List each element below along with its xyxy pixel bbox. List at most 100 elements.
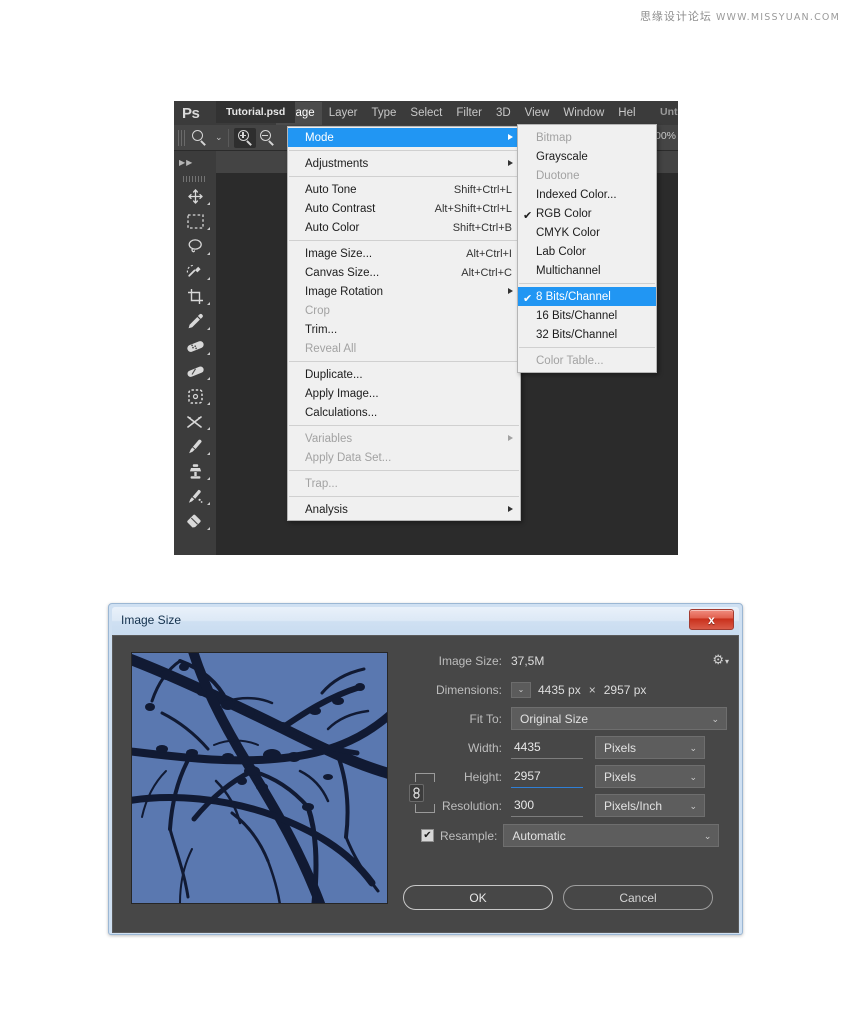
resample-select[interactable]: Automatic ⌄ (503, 824, 720, 847)
dialog-title-bar[interactable]: Image Size x (112, 607, 739, 635)
submenu-item-lab-color[interactable]: Lab Color (518, 242, 656, 261)
menu-item-image-rotation[interactable]: Image Rotation (288, 282, 520, 301)
dialog-title: Image Size (121, 613, 182, 627)
zoom-tool-icon[interactable] (187, 128, 211, 148)
move-tool-icon[interactable] (174, 184, 216, 209)
menu-item-adjustments[interactable]: Adjustments (288, 154, 520, 173)
lasso-tool-icon[interactable] (174, 234, 216, 259)
menu-type[interactable]: Type (364, 102, 403, 125)
resample-label: Resample: (440, 828, 498, 843)
screenshot-root: 思缘设计论坛 WWW.MISSYUAN.COM Ps File Edit Ima… (0, 0, 850, 1032)
submenu-item-grayscale[interactable]: Grayscale (518, 147, 656, 166)
submenu-item-32-bits-channel[interactable]: 32 Bits/Channel (518, 325, 656, 344)
resample-value: Automatic (512, 828, 566, 843)
width-label: Width: (467, 740, 502, 755)
tool-palette (174, 173, 216, 555)
zoom-out-button[interactable] (256, 128, 278, 148)
submenu-item-multichannel[interactable]: Multichannel (518, 261, 656, 280)
menu-filter[interactable]: Filter (449, 102, 489, 125)
chevron-down-icon[interactable]: ⌄ (215, 132, 223, 143)
fit-to-row: Fit To: Original Size ⌄ (403, 704, 733, 733)
menu-item-trim[interactable]: Trim... (288, 320, 520, 339)
divider (289, 176, 519, 177)
options-bar-grip[interactable] (178, 129, 187, 146)
divider (289, 240, 519, 241)
brush-tool-icon[interactable] (174, 434, 216, 459)
width-input[interactable]: 4435 (511, 737, 583, 759)
chevron-down-icon: ⌄ (689, 771, 697, 782)
submenu-item-rgb-color[interactable]: ✔ RGB Color (518, 204, 656, 223)
menu-item-auto-tone[interactable]: Auto Tone Shift+Ctrl+L (288, 180, 520, 199)
divider (289, 496, 519, 497)
ok-button[interactable]: OK (403, 885, 553, 910)
width-unit-value: Pixels (604, 740, 637, 755)
patch-tool-icon[interactable] (174, 384, 216, 409)
history-brush-tool-icon[interactable] (174, 484, 216, 509)
cancel-button[interactable]: Cancel (563, 885, 713, 910)
resolution-input[interactable]: 300 (511, 795, 583, 817)
menu-item-crop: Crop (305, 304, 330, 317)
eraser-tool-icon[interactable] (174, 509, 216, 534)
image-size-row: Image Size: 37,5M ⚙▾ (403, 646, 733, 675)
submenu-item-indexed-color[interactable]: Indexed Color... (518, 185, 656, 204)
zoom-in-button[interactable] (233, 127, 256, 148)
bracket-top (415, 773, 435, 782)
width-unit-select[interactable]: Pixels ⌄ (595, 736, 705, 759)
eyedropper-tool-icon[interactable] (174, 309, 216, 334)
menu-help[interactable]: Hel (611, 102, 642, 125)
menu-view[interactable]: View (518, 102, 557, 125)
fit-to-select[interactable]: Original Size ⌄ (511, 707, 727, 730)
crop-tool-icon[interactable] (174, 284, 216, 309)
image-size-value: 37,5M (511, 653, 545, 668)
close-icon[interactable]: x (689, 609, 734, 630)
menu-item-canvas-size[interactable]: Canvas Size... Alt+Ctrl+C (288, 263, 520, 282)
link-icon (409, 784, 424, 802)
menu-item-duplicate[interactable]: Duplicate... (288, 365, 520, 384)
image-size-label: Image Size: (438, 653, 502, 668)
marquee-tool-icon[interactable] (174, 209, 216, 234)
resolution-row: Resolution: 300 Pixels/Inch ⌄ (403, 791, 733, 820)
brush-healing-tool-icon[interactable] (174, 359, 216, 384)
clone-stamp-tool-icon[interactable] (174, 459, 216, 484)
resample-row: ✔ Resample: Automatic ⌄ (403, 824, 733, 847)
resolution-unit-select[interactable]: Pixels/Inch ⌄ (595, 794, 705, 817)
menu-item-mode[interactable]: Mode (288, 128, 520, 147)
spot-healing-brush-tool-icon[interactable] (174, 334, 216, 359)
menu-item-apply-image[interactable]: Apply Image... (288, 384, 520, 403)
menu-window[interactable]: Window (556, 102, 611, 125)
expand-panels-icon[interactable]: ▶▶ (174, 151, 216, 173)
menu-item-analysis[interactable]: Analysis (288, 500, 520, 519)
divider (289, 425, 519, 426)
tab-untitled[interactable]: Unti (654, 101, 678, 123)
menu-3d[interactable]: 3D (489, 102, 518, 125)
chevron-down-icon: ⌄ (689, 800, 697, 811)
submenu-item-16-bits-channel[interactable]: 16 Bits/Channel (518, 306, 656, 325)
submenu-item-color-table: Color Table... (536, 354, 604, 367)
dimensions-separator: × (588, 682, 596, 697)
resolution-unit-value: Pixels/Inch (604, 798, 663, 813)
submenu-item-cmyk-color[interactable]: CMYK Color (518, 223, 656, 242)
submenu-item-8-bits-channel[interactable]: ✔ 8 Bits/Channel (518, 287, 656, 306)
menu-item-calculations[interactable]: Calculations... (288, 403, 520, 422)
mode-submenu: Bitmap Grayscale Duotone Indexed Color..… (517, 124, 657, 373)
menu-item-image-size[interactable]: Image Size... Alt+Ctrl+I (288, 244, 520, 263)
tool-palette-grip[interactable] (183, 176, 207, 182)
image-preview[interactable] (131, 652, 388, 904)
constrain-aspect-ratio-toggle[interactable] (403, 769, 447, 817)
submenu-arrow-icon (508, 506, 513, 512)
resample-checkbox[interactable]: ✔ (421, 829, 434, 842)
menu-item-auto-color[interactable]: Auto Color Shift+Ctrl+B (288, 218, 520, 237)
divider (519, 347, 655, 348)
gear-icon[interactable]: ⚙▾ (712, 652, 729, 668)
tab-tutorial-psd[interactable]: Tutorial.psd (216, 101, 296, 123)
submenu-arrow-icon (508, 288, 513, 294)
height-input[interactable]: 2957 (511, 766, 583, 788)
menu-item-reveal-all: Reveal All (305, 342, 357, 355)
dimensions-unit-select[interactable]: ⌄ (511, 681, 531, 698)
menu-item-auto-contrast[interactable]: Auto Contrast Alt+Shift+Ctrl+L (288, 199, 520, 218)
menu-select[interactable]: Select (403, 102, 449, 125)
height-unit-select[interactable]: Pixels ⌄ (595, 765, 705, 788)
content-aware-move-tool-icon[interactable] (174, 409, 216, 434)
quick-selection-tool-icon[interactable] (174, 259, 216, 284)
menu-layer[interactable]: Layer (322, 102, 365, 125)
